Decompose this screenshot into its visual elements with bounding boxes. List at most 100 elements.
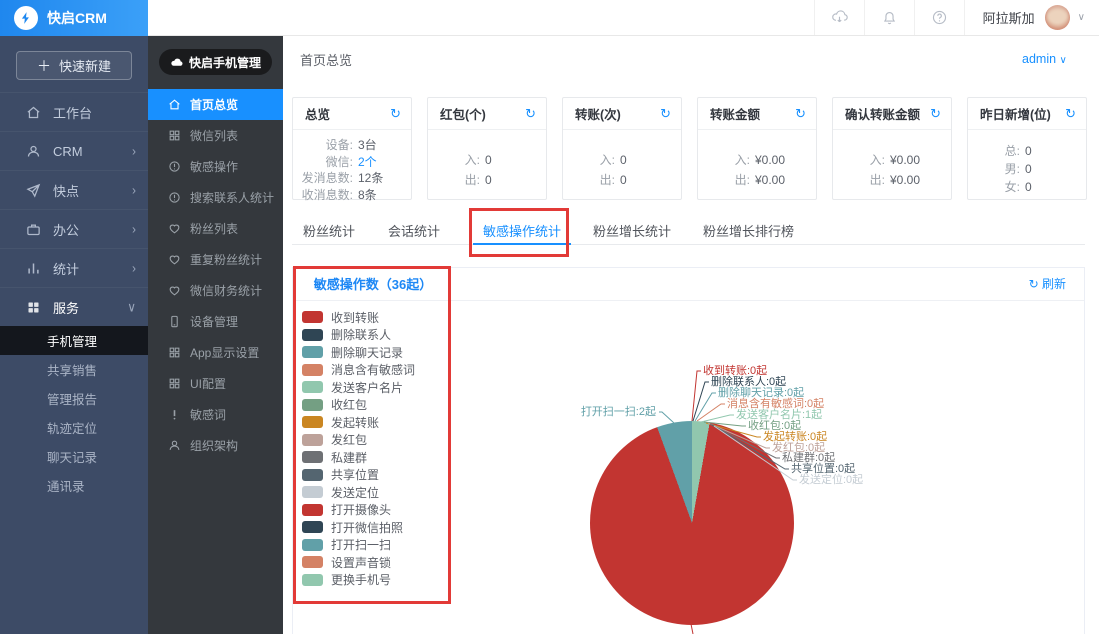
legend-item[interactable]: 发起转账 [302, 416, 415, 428]
refresh-icon[interactable]: ↻ [795, 107, 806, 120]
sidebar-item-office[interactable]: 办公 › [0, 209, 148, 248]
sidebar-subitem-mgmt-report[interactable]: 管理报告 [0, 384, 148, 413]
legend-item[interactable]: 打开摄像头 [302, 504, 415, 516]
heart-icon [168, 284, 181, 297]
help-icon[interactable] [914, 0, 964, 35]
secondary-menu-item[interactable]: 敏感操作 [148, 151, 283, 182]
sidebar-item-kuaidian[interactable]: 快点 › [0, 170, 148, 209]
sidebar-item-stats[interactable]: 统计 › [0, 248, 148, 287]
chevron-down-icon: ∨ [127, 299, 136, 314]
legend-swatch [302, 556, 323, 568]
refresh-icon[interactable]: ↻ [525, 107, 536, 120]
card-title: 总览 [305, 104, 330, 123]
legend-item[interactable]: 发红包 [302, 434, 415, 446]
sidebar-subitem-track-location[interactable]: 轨迹定位 [0, 413, 148, 442]
send-icon [26, 183, 41, 198]
stat-card-confirmed-amount: 确认转账金额↻ 入:¥0.00 出:¥0.00 [832, 97, 952, 200]
secondary-menu-item[interactable]: 组织架构 [148, 430, 283, 461]
legend-item[interactable]: 收到转账 [302, 311, 415, 323]
top-header: 阿拉斯加 ∨ [148, 0, 1099, 36]
stat-row: 收消息数:8条 [293, 187, 411, 204]
secondary-menu-item[interactable]: App显示设置 [148, 337, 283, 368]
sidebar-item-crm[interactable]: CRM › [0, 131, 148, 170]
legend-swatch [302, 504, 323, 516]
sidebar-item-workbench[interactable]: 工作台 [0, 92, 148, 131]
pie-chart[interactable] [590, 421, 794, 625]
stat-row: 入:¥0.00 [833, 150, 951, 170]
sidebar-subitem-chat-records[interactable]: 聊天记录 [0, 442, 148, 471]
stat-row: 入:¥0.00 [698, 150, 816, 170]
legend-item[interactable]: 设置声音锁 [302, 556, 415, 568]
stat-row: 发消息数:12条 [293, 170, 411, 187]
legend-item[interactable]: 删除联系人 [302, 329, 415, 341]
stat-row: 出:¥0.00 [698, 170, 816, 190]
cloud-sync-icon[interactable] [814, 0, 864, 35]
brand-header: 快启CRM [0, 0, 148, 36]
sidebar-subitem-shared-sales[interactable]: 共享销售 [0, 355, 148, 384]
legend-item[interactable]: 消息含有敏感词 [302, 364, 415, 376]
legend-item[interactable]: 共享位置 [302, 469, 415, 481]
grid-icon [26, 300, 41, 315]
secondary-menu-item[interactable]: 敏感词 [148, 399, 283, 430]
secondary-menu-item[interactable]: 微信财务统计 [148, 275, 283, 306]
breadcrumb: 首页总览 [300, 50, 352, 69]
secondary-menu-item[interactable]: 搜索联系人统计 [148, 182, 283, 213]
legend-item[interactable]: 打开微信拍照 [302, 521, 415, 533]
stat-row: 微信:2个 [293, 154, 411, 171]
sidebar-subitem-phone-mgmt[interactable]: 手机管理 [0, 326, 148, 355]
legend-item[interactable]: 打开扫一扫 [302, 539, 415, 551]
legend-swatch [302, 521, 323, 533]
legend-item[interactable]: 发送定位 [302, 486, 415, 498]
refresh-icon[interactable]: ↻ [1065, 107, 1076, 120]
heart-icon [168, 222, 181, 235]
legend-swatch [302, 311, 323, 323]
refresh-icon[interactable]: ↻ [390, 107, 401, 120]
chevron-right-icon: › [132, 221, 136, 236]
legend-swatch [302, 329, 323, 341]
warn-icon [168, 160, 181, 173]
stat-row: 男:0 [968, 160, 1086, 178]
chart-title: 敏感操作数（36起） [293, 268, 453, 301]
heart-icon [168, 253, 181, 266]
stat-row: 出:0 [563, 170, 681, 190]
brand-name: 快启CRM [47, 8, 107, 28]
tab-fan-growth-ranking[interactable]: 粉丝增长排行榜 [703, 221, 794, 245]
legend-item[interactable]: 更换手机号 [302, 574, 415, 586]
card-title: 转账(次) [575, 104, 621, 123]
legend-item[interactable]: 私建群 [302, 451, 415, 463]
secondary-menu-item[interactable]: 微信列表 [148, 120, 283, 151]
briefcase-icon [26, 222, 41, 237]
secondary-menu-item[interactable]: 重复粉丝统计 [148, 244, 283, 275]
tab-sensitive-op-stats[interactable]: 敏感操作统计 [473, 221, 571, 245]
chevron-right-icon: › [132, 143, 136, 158]
avatar [1045, 5, 1070, 30]
bar-chart-icon [26, 261, 41, 276]
secondary-menu-item[interactable]: 粉丝列表 [148, 213, 283, 244]
legend-item[interactable]: 收红包 [302, 399, 415, 411]
chart-refresh-button[interactable]: ↻ 刷新 [1029, 268, 1066, 301]
stat-row: 出:0 [428, 170, 546, 190]
quick-create-button[interactable]: ＋ 快速新建 [16, 51, 132, 80]
secondary-menu-item[interactable]: UI配置 [148, 368, 283, 399]
secondary-menu-item[interactable]: 首页总览 [148, 89, 283, 120]
stat-row: 入:0 [428, 150, 546, 170]
secondary-menu-item[interactable]: 设备管理 [148, 306, 283, 337]
grid-icon [168, 346, 181, 359]
user-menu[interactable]: 阿拉斯加 ∨ [964, 0, 1099, 35]
wechat-count-link[interactable]: 2个 [358, 154, 377, 171]
bell-icon[interactable] [864, 0, 914, 35]
tab-fan-growth-stats[interactable]: 粉丝增长统计 [593, 221, 671, 245]
module-header-button[interactable]: 快启手机管理 [159, 49, 272, 75]
card-title: 昨日新增(位) [980, 104, 1051, 123]
refresh-icon[interactable]: ↻ [930, 107, 941, 120]
refresh-icon[interactable]: ↻ [660, 107, 671, 120]
tab-fan-stats[interactable]: 粉丝统计 [303, 221, 355, 245]
stat-row: 出:¥0.00 [833, 170, 951, 190]
sidebar-item-services[interactable]: 服务 ∨ [0, 287, 148, 326]
admin-dropdown[interactable]: admin ∨ [1022, 52, 1067, 66]
tab-session-stats[interactable]: 会话统计 [388, 221, 440, 245]
legend-item[interactable]: 删除聊天记录 [302, 346, 415, 358]
sidebar-subitem-contacts[interactable]: 通讯录 [0, 471, 148, 500]
legend-swatch [302, 434, 323, 446]
legend-item[interactable]: 发送客户名片 [302, 381, 415, 393]
